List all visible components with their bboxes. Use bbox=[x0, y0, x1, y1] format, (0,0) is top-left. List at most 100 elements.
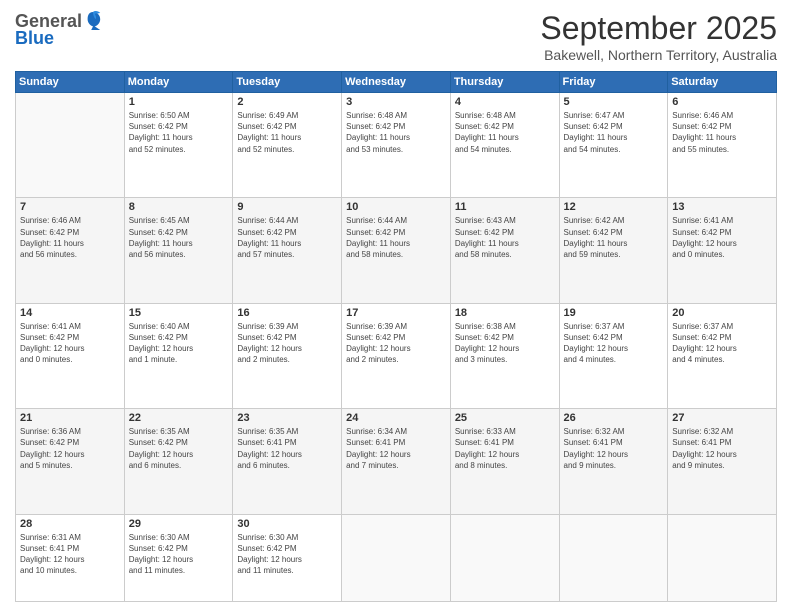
day-number: 5 bbox=[564, 96, 664, 108]
calendar-week-row: 21 Sunrise: 6:36 AM Sunset: 6:42 PM Dayli… bbox=[16, 409, 777, 514]
calendar-cell bbox=[559, 514, 668, 601]
day-number: 4 bbox=[455, 96, 555, 108]
day-info: Sunrise: 6:38 AM Sunset: 6:42 PM Dayligh… bbox=[455, 321, 555, 366]
day-info: Sunrise: 6:48 AM Sunset: 6:42 PM Dayligh… bbox=[346, 110, 446, 155]
calendar-cell bbox=[668, 514, 777, 601]
day-number: 3 bbox=[346, 96, 446, 108]
day-number: 16 bbox=[237, 307, 337, 319]
day-number: 18 bbox=[455, 307, 555, 319]
calendar-cell: 19 Sunrise: 6:37 AM Sunset: 6:42 PM Dayli… bbox=[559, 303, 668, 408]
calendar-week-row: 7Sunrise: 6:46 AM Sunset: 6:42 PM Daylig… bbox=[16, 198, 777, 303]
calendar-header-row: SundayMondayTuesdayWednesdayThursdayFrid… bbox=[16, 72, 777, 93]
calendar-week-row: 1Sunrise: 6:50 AM Sunset: 6:42 PM Daylig… bbox=[16, 93, 777, 198]
day-info: Sunrise: 6:41 AM Sunset: 6:42 PM Dayligh… bbox=[20, 321, 120, 366]
day-number: 30 bbox=[237, 518, 337, 530]
day-info: Sunrise: 6:44 AM Sunset: 6:42 PM Dayligh… bbox=[237, 215, 337, 260]
calendar-cell: 16 Sunrise: 6:39 AM Sunset: 6:42 PM Dayli… bbox=[233, 303, 342, 408]
calendar-cell: 15Sunrise: 6:40 AM Sunset: 6:42 PM Dayli… bbox=[124, 303, 233, 408]
day-info: Sunrise: 6:45 AM Sunset: 6:42 PM Dayligh… bbox=[129, 215, 229, 260]
day-number: 23 bbox=[237, 412, 337, 424]
day-number: 10 bbox=[346, 201, 446, 213]
day-info: Sunrise: 6:48 AM Sunset: 6:42 PM Dayligh… bbox=[455, 110, 555, 155]
title-block: September 2025 Bakewell, Northern Territ… bbox=[540, 10, 777, 63]
day-info: Sunrise: 6:49 AM Sunset: 6:42 PM Dayligh… bbox=[237, 110, 337, 155]
day-info: Sunrise: 6:39 AM Sunset: 6:42 PM Dayligh… bbox=[237, 321, 337, 366]
page: General Blue September 2025 Bakewell, No… bbox=[0, 0, 792, 612]
calendar-cell: 26Sunrise: 6:32 AM Sunset: 6:41 PM Dayli… bbox=[559, 409, 668, 514]
day-number: 17 bbox=[346, 307, 446, 319]
calendar-cell: 10 Sunrise: 6:44 AM Sunset: 6:42 PM Dayli… bbox=[342, 198, 451, 303]
calendar-cell: 7Sunrise: 6:46 AM Sunset: 6:42 PM Daylig… bbox=[16, 198, 125, 303]
day-number: 11 bbox=[455, 201, 555, 213]
day-info: Sunrise: 6:30 AM Sunset: 6:42 PM Dayligh… bbox=[237, 532, 337, 577]
calendar-cell: 20Sunrise: 6:37 AM Sunset: 6:42 PM Dayli… bbox=[668, 303, 777, 408]
day-number: 14 bbox=[20, 307, 120, 319]
day-number: 22 bbox=[129, 412, 229, 424]
day-info: Sunrise: 6:46 AM Sunset: 6:42 PM Dayligh… bbox=[20, 215, 120, 260]
day-number: 21 bbox=[20, 412, 120, 424]
day-info: Sunrise: 6:32 AM Sunset: 6:41 PM Dayligh… bbox=[672, 426, 772, 471]
calendar-cell bbox=[342, 514, 451, 601]
calendar-cell: 29Sunrise: 6:30 AM Sunset: 6:42 PM Dayli… bbox=[124, 514, 233, 601]
day-number: 24 bbox=[346, 412, 446, 424]
day-info: Sunrise: 6:46 AM Sunset: 6:42 PM Dayligh… bbox=[672, 110, 772, 155]
day-number: 6 bbox=[672, 96, 772, 108]
weekday-header-tuesday: Tuesday bbox=[233, 72, 342, 93]
day-info: Sunrise: 6:41 AM Sunset: 6:42 PM Dayligh… bbox=[672, 215, 772, 260]
logo: General Blue bbox=[15, 10, 102, 49]
calendar-cell: 12 Sunrise: 6:42 AM Sunset: 6:42 PM Dayli… bbox=[559, 198, 668, 303]
day-number: 20 bbox=[672, 307, 772, 319]
weekday-header-thursday: Thursday bbox=[450, 72, 559, 93]
calendar-cell: 4 Sunrise: 6:48 AM Sunset: 6:42 PM Daylig… bbox=[450, 93, 559, 198]
day-number: 27 bbox=[672, 412, 772, 424]
calendar-week-row: 14 Sunrise: 6:41 AM Sunset: 6:42 PM Dayli… bbox=[16, 303, 777, 408]
calendar-cell: 22 Sunrise: 6:35 AM Sunset: 6:42 PM Dayli… bbox=[124, 409, 233, 514]
calendar-week-row: 28Sunrise: 6:31 AM Sunset: 6:41 PM Dayli… bbox=[16, 514, 777, 601]
calendar-cell: 28Sunrise: 6:31 AM Sunset: 6:41 PM Dayli… bbox=[16, 514, 125, 601]
header: General Blue September 2025 Bakewell, No… bbox=[15, 10, 777, 63]
calendar-cell: 11 Sunrise: 6:43 AM Sunset: 6:42 PM Dayli… bbox=[450, 198, 559, 303]
calendar-cell: 2 Sunrise: 6:49 AM Sunset: 6:42 PM Daylig… bbox=[233, 93, 342, 198]
calendar-cell: 30 Sunrise: 6:30 AM Sunset: 6:42 PM Dayli… bbox=[233, 514, 342, 601]
day-number: 25 bbox=[455, 412, 555, 424]
day-number: 9 bbox=[237, 201, 337, 213]
location: Bakewell, Northern Territory, Australia bbox=[540, 47, 777, 63]
calendar-cell: 6 Sunrise: 6:46 AM Sunset: 6:42 PM Daylig… bbox=[668, 93, 777, 198]
day-number: 28 bbox=[20, 518, 120, 530]
day-number: 29 bbox=[129, 518, 229, 530]
calendar-cell bbox=[450, 514, 559, 601]
day-number: 2 bbox=[237, 96, 337, 108]
day-info: Sunrise: 6:44 AM Sunset: 6:42 PM Dayligh… bbox=[346, 215, 446, 260]
calendar-cell: 5 Sunrise: 6:47 AM Sunset: 6:42 PM Daylig… bbox=[559, 93, 668, 198]
weekday-header-sunday: Sunday bbox=[16, 72, 125, 93]
day-info: Sunrise: 6:33 AM Sunset: 6:41 PM Dayligh… bbox=[455, 426, 555, 471]
day-info: Sunrise: 6:35 AM Sunset: 6:42 PM Dayligh… bbox=[129, 426, 229, 471]
calendar-cell: 23Sunrise: 6:35 AM Sunset: 6:41 PM Dayli… bbox=[233, 409, 342, 514]
calendar-cell: 3 Sunrise: 6:48 AM Sunset: 6:42 PM Daylig… bbox=[342, 93, 451, 198]
day-number: 13 bbox=[672, 201, 772, 213]
calendar-cell: 21 Sunrise: 6:36 AM Sunset: 6:42 PM Dayli… bbox=[16, 409, 125, 514]
day-info: Sunrise: 6:40 AM Sunset: 6:42 PM Dayligh… bbox=[129, 321, 229, 366]
weekday-header-monday: Monday bbox=[124, 72, 233, 93]
day-info: Sunrise: 6:34 AM Sunset: 6:41 PM Dayligh… bbox=[346, 426, 446, 471]
day-number: 19 bbox=[564, 307, 664, 319]
day-info: Sunrise: 6:42 AM Sunset: 6:42 PM Dayligh… bbox=[564, 215, 664, 260]
logo-bird-icon bbox=[84, 10, 102, 32]
day-number: 1 bbox=[129, 96, 229, 108]
calendar-cell: 25 Sunrise: 6:33 AM Sunset: 6:41 PM Dayli… bbox=[450, 409, 559, 514]
day-info: Sunrise: 6:36 AM Sunset: 6:42 PM Dayligh… bbox=[20, 426, 120, 471]
weekday-header-friday: Friday bbox=[559, 72, 668, 93]
calendar-cell: 1Sunrise: 6:50 AM Sunset: 6:42 PM Daylig… bbox=[124, 93, 233, 198]
weekday-header-wednesday: Wednesday bbox=[342, 72, 451, 93]
calendar: SundayMondayTuesdayWednesdayThursdayFrid… bbox=[15, 71, 777, 602]
day-number: 12 bbox=[564, 201, 664, 213]
day-info: Sunrise: 6:32 AM Sunset: 6:41 PM Dayligh… bbox=[564, 426, 664, 471]
logo-text: General Blue bbox=[15, 10, 102, 49]
day-info: Sunrise: 6:47 AM Sunset: 6:42 PM Dayligh… bbox=[564, 110, 664, 155]
day-info: Sunrise: 6:39 AM Sunset: 6:42 PM Dayligh… bbox=[346, 321, 446, 366]
month-title: September 2025 bbox=[540, 10, 777, 47]
day-info: Sunrise: 6:43 AM Sunset: 6:42 PM Dayligh… bbox=[455, 215, 555, 260]
day-info: Sunrise: 6:37 AM Sunset: 6:42 PM Dayligh… bbox=[564, 321, 664, 366]
calendar-cell: 13 Sunrise: 6:41 AM Sunset: 6:42 PM Dayli… bbox=[668, 198, 777, 303]
calendar-cell bbox=[16, 93, 125, 198]
